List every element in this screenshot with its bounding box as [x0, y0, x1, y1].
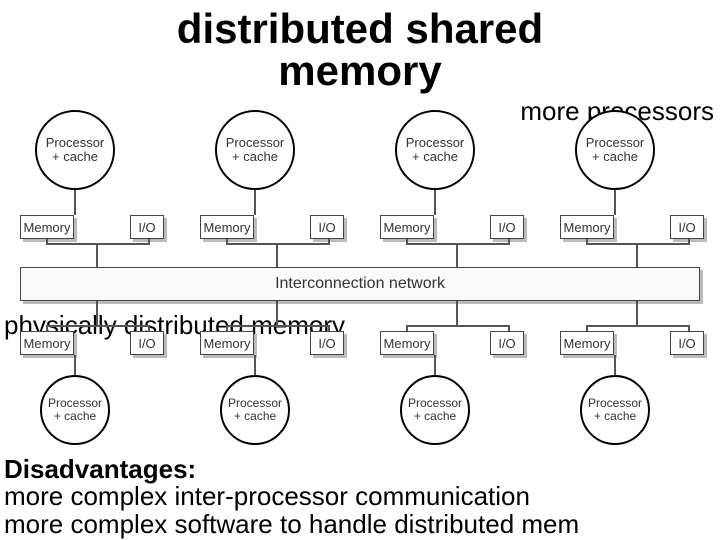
proc-label-2: + cache: [232, 150, 278, 164]
connector-line: [276, 243, 278, 267]
connector-line: [456, 301, 458, 325]
connector-line: [586, 239, 588, 245]
connector-line: [96, 301, 98, 325]
title-line2: memory: [0, 50, 720, 92]
connector-line: [614, 355, 616, 375]
memory-box: Memory: [200, 331, 254, 355]
title-line1: distributed shared: [0, 8, 720, 50]
processor-node: Processor + cache: [395, 110, 475, 190]
io-box: I/O: [670, 331, 704, 355]
processor-node: Processor + cache: [400, 375, 470, 445]
connector-line: [74, 190, 76, 215]
connector-line: [46, 239, 48, 245]
connector-line: [636, 301, 638, 325]
proc-label-1: Processor: [226, 136, 285, 150]
io-box: I/O: [670, 215, 704, 239]
memory-box: Memory: [380, 331, 434, 355]
proc-label-2: + cache: [52, 150, 98, 164]
connector-line: [148, 239, 150, 245]
disadvantages-heading: Disadvantages:: [4, 454, 196, 484]
connector-line: [636, 243, 638, 267]
processor-node: Processor + cache: [35, 110, 115, 190]
proc-label-2: + cache: [234, 410, 276, 423]
memory-box: Memory: [200, 215, 254, 239]
io-box: I/O: [310, 215, 344, 239]
disadvantages-line2: more complex software to handle distribu…: [4, 509, 579, 539]
connector-line: [74, 355, 76, 375]
processor-node: Processor + cache: [215, 110, 295, 190]
connector-line: [614, 190, 616, 215]
connector-line: [456, 243, 458, 267]
memory-box: Memory: [560, 331, 614, 355]
connector-line: [328, 239, 330, 245]
connector-line: [254, 190, 256, 215]
memory-box: Memory: [20, 215, 74, 239]
connector-line: [434, 190, 436, 215]
proc-label-2: + cache: [412, 150, 458, 164]
connector-line: [96, 243, 98, 267]
proc-label-2: + cache: [592, 150, 638, 164]
connector-line: [226, 325, 328, 327]
page-title: distributed shared memory: [0, 0, 720, 92]
processor-node: Processor + cache: [580, 375, 650, 445]
proc-label-2: + cache: [54, 410, 96, 423]
connector-line: [406, 239, 408, 245]
io-box: I/O: [130, 215, 164, 239]
io-box: I/O: [490, 331, 524, 355]
connector-line: [226, 239, 228, 245]
interconnect-bar: Interconnection network: [20, 267, 700, 301]
connector-line: [688, 239, 690, 245]
proc-label-2: + cache: [594, 410, 636, 423]
proc-label-1: Processor: [46, 136, 105, 150]
io-box: I/O: [130, 331, 164, 355]
processor-node: Processor + cache: [220, 375, 290, 445]
io-box: I/O: [490, 215, 524, 239]
processor-node: Processor + cache: [575, 110, 655, 190]
proc-label-2: + cache: [414, 410, 456, 423]
memory-box: Memory: [560, 215, 614, 239]
connector-line: [434, 355, 436, 375]
proc-label-1: Processor: [406, 136, 465, 150]
connector-line: [254, 355, 256, 375]
processor-node: Processor + cache: [40, 375, 110, 445]
disadvantages-line1: more complex inter-processor communicati…: [4, 481, 530, 511]
connector-line: [46, 325, 148, 327]
connector-line: [586, 325, 688, 327]
proc-label-1: Processor: [586, 136, 645, 150]
memory-box: Memory: [380, 215, 434, 239]
connector-line: [276, 301, 278, 325]
connector-line: [406, 325, 508, 327]
io-box: I/O: [310, 331, 344, 355]
connector-line: [508, 239, 510, 245]
memory-box: Memory: [20, 331, 74, 355]
disadvantages-block: Disadvantages: more complex inter-proces…: [4, 456, 716, 538]
